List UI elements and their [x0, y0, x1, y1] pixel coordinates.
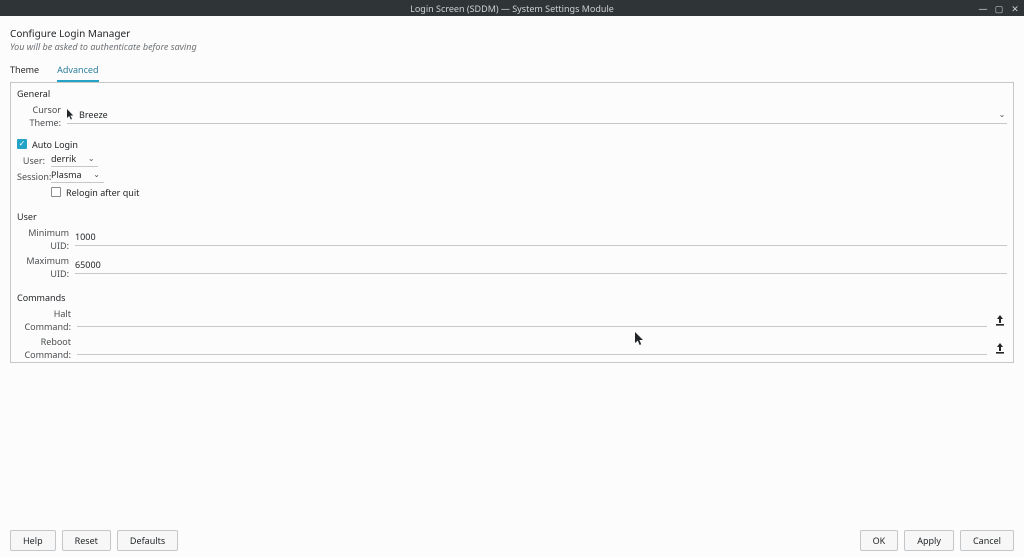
window-title: Login Screen (SDDM) — System Settings Mo… — [410, 2, 614, 15]
halt-command-input[interactable] — [77, 313, 987, 327]
tab-advanced[interactable]: Advanced — [57, 63, 98, 82]
reset-button[interactable]: Reset — [62, 530, 111, 551]
help-button[interactable]: Help — [10, 530, 56, 551]
min-uid-input[interactable]: 1000 — [75, 232, 1007, 246]
auto-login-label: Auto Login — [32, 138, 78, 151]
session-select[interactable]: Plasma ⌄ — [51, 169, 104, 183]
cursor-theme-value: Breeze — [79, 108, 108, 121]
reboot-command-input[interactable] — [77, 341, 987, 355]
user-label: User: — [17, 154, 51, 167]
section-commands-title: Commands — [11, 287, 1013, 306]
defaults-button[interactable]: Defaults — [117, 530, 178, 551]
min-uid-label: Minimum UID: — [17, 226, 75, 252]
chevron-down-icon: ⌄ — [997, 109, 1007, 120]
cursor-theme-label: Cursor Theme: — [17, 103, 67, 129]
max-uid-value: 65000 — [75, 258, 101, 271]
cursor-icon — [67, 109, 75, 121]
relogin-label: Relogin after quit — [66, 186, 139, 199]
ok-button[interactable]: OK — [860, 530, 899, 551]
min-uid-value: 1000 — [75, 230, 96, 243]
browse-halt-button[interactable] — [993, 313, 1007, 327]
max-uid-label: Maximum UID: — [17, 254, 75, 280]
maximize-icon[interactable]: ▢ — [994, 3, 1004, 13]
max-uid-input[interactable]: 65000 — [75, 260, 1007, 274]
apply-button[interactable]: Apply — [904, 530, 954, 551]
tab-theme[interactable]: Theme — [10, 63, 39, 82]
browse-reboot-button[interactable] — [993, 341, 1007, 355]
user-select[interactable]: derrik ⌄ — [51, 153, 98, 167]
relogin-checkbox[interactable] — [51, 187, 61, 197]
cancel-button[interactable]: Cancel — [960, 530, 1014, 551]
window-controls: — ▢ ✕ — [978, 0, 1020, 16]
cursor-theme-select[interactable]: Breeze ⌄ — [67, 108, 1007, 124]
titlebar: Login Screen (SDDM) — System Settings Mo… — [0, 0, 1024, 16]
halt-command-label: Halt Command: — [17, 307, 77, 333]
tab-bar: Theme Advanced — [0, 57, 1024, 82]
page-title: Configure Login Manager — [10, 26, 1014, 40]
page-subtitle: You will be asked to authenticate before… — [10, 40, 1014, 53]
reboot-command-label: Reboot Command: — [17, 335, 77, 361]
section-general-title: General — [11, 83, 1013, 102]
auto-login-checkbox[interactable]: ✓ — [17, 139, 27, 149]
session-value: Plasma — [51, 168, 82, 181]
minimize-icon[interactable]: — — [978, 3, 988, 13]
chevron-down-icon: ⌄ — [86, 153, 96, 164]
settings-panel: General Cursor Theme: Breeze ⌄ ✓ Auto Lo… — [10, 82, 1014, 363]
button-bar: Help Reset Defaults OK Apply Cancel — [0, 523, 1024, 557]
user-value: derrik — [51, 152, 76, 165]
close-icon[interactable]: ✕ — [1010, 3, 1020, 13]
chevron-down-icon: ⌄ — [92, 169, 102, 180]
session-label: Session: — [17, 170, 51, 183]
section-user-title: User — [11, 206, 1013, 225]
module-header: Configure Login Manager You will be aske… — [0, 16, 1024, 57]
